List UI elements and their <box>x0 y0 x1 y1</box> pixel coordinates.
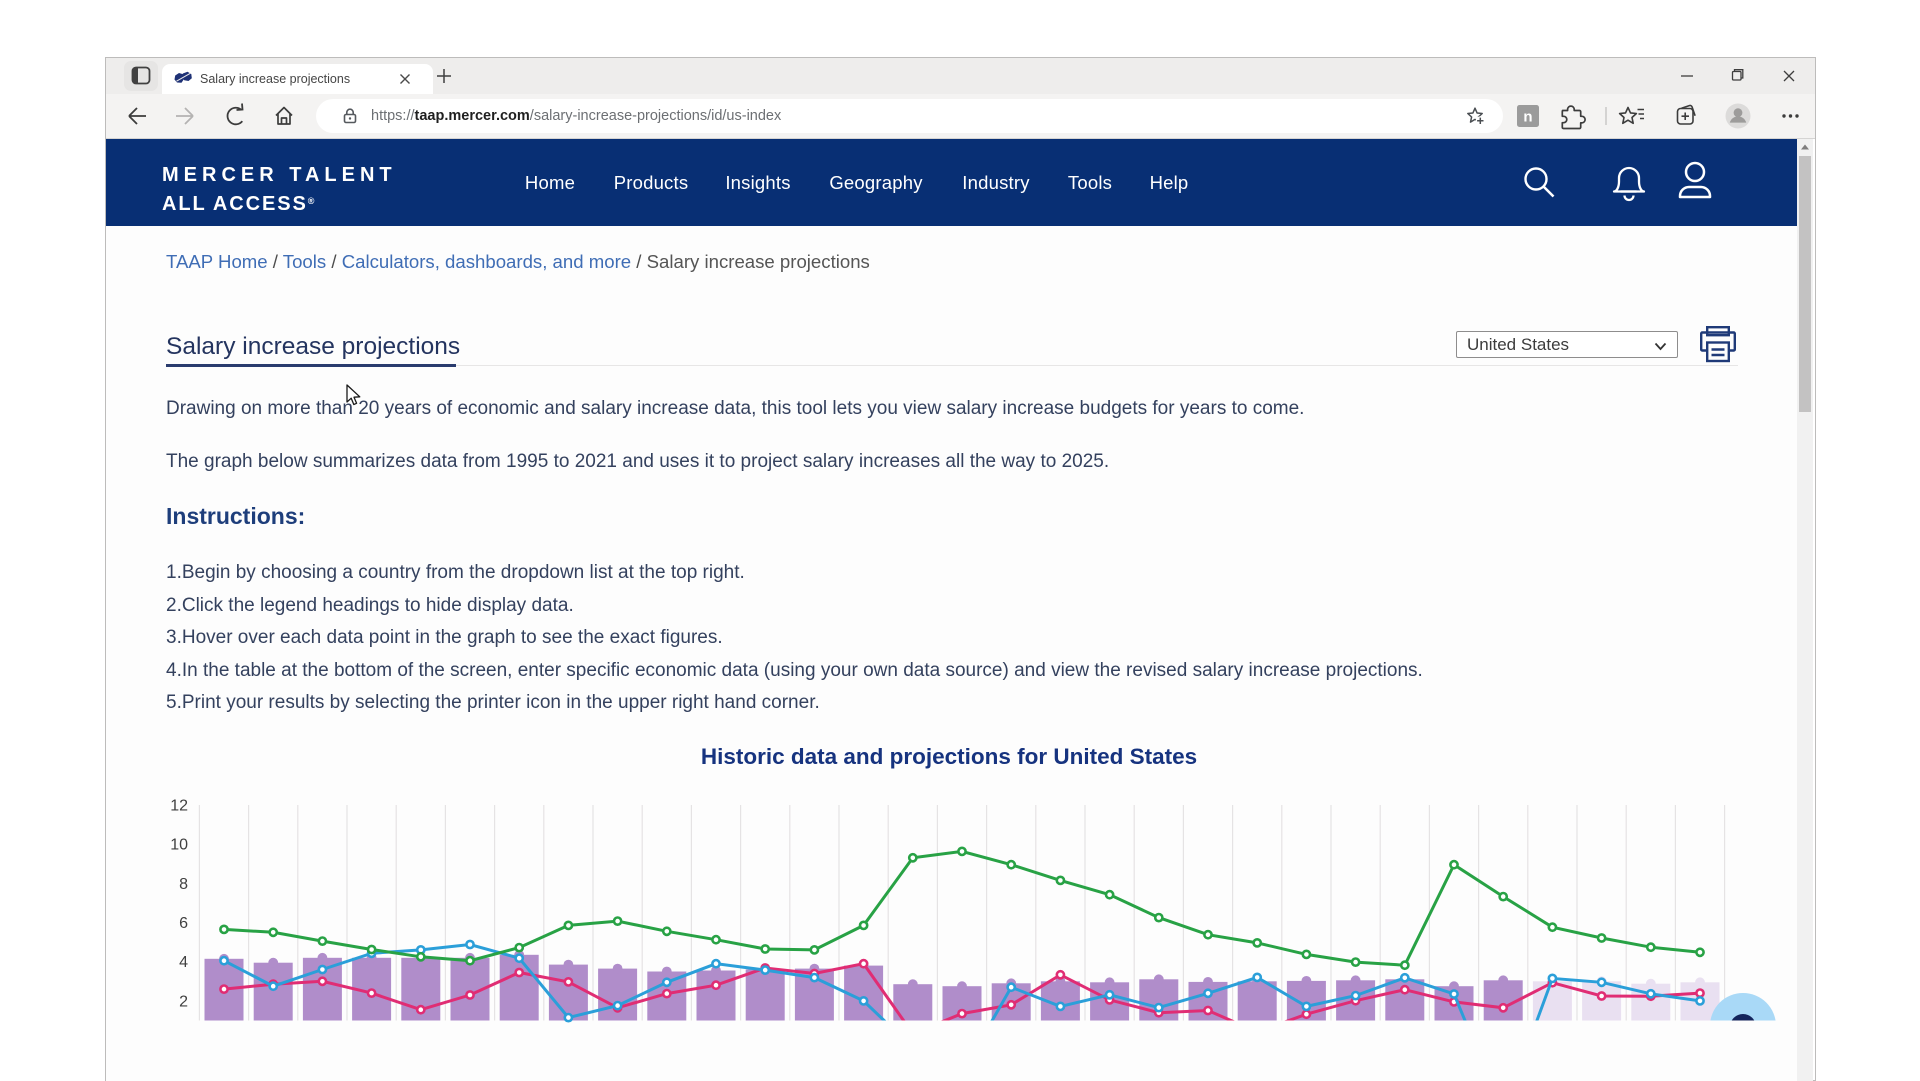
svg-text:6: 6 <box>179 915 188 932</box>
svg-text:12: 12 <box>170 797 188 814</box>
svg-text:10: 10 <box>170 837 188 854</box>
svg-text:8: 8 <box>179 876 188 893</box>
svg-text:4: 4 <box>179 954 188 971</box>
svg-text:2: 2 <box>179 993 188 1010</box>
svg-text:n: n <box>1523 109 1532 126</box>
